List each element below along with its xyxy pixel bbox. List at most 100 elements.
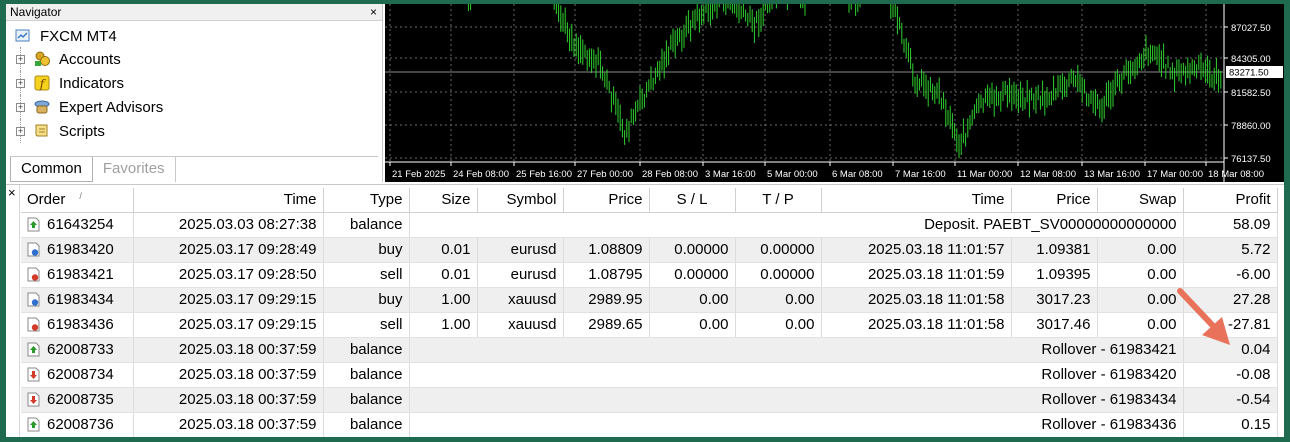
open-time-cell: 2025.03.18 00:37:59 bbox=[133, 362, 324, 388]
table-row[interactable]: 61643254 2025.03.03 08:27:38 balance Deposi… bbox=[21, 212, 1278, 238]
tree-item-accounts[interactable]: + Accounts bbox=[6, 47, 382, 71]
tree-item-scripts[interactable]: + Scripts bbox=[6, 119, 382, 143]
close-time-cell: 2025.03.18 11:01:59 bbox=[821, 262, 1012, 288]
terminal-panel: × Order / Time Type Size Symbol Price S /… bbox=[6, 184, 1284, 437]
column-header-profit[interactable]: Profit bbox=[1183, 188, 1278, 213]
stop-loss-cell: 0.00 bbox=[649, 287, 736, 313]
sell-icon bbox=[27, 317, 47, 332]
table-row[interactable]: 61983420 2025.03.17 09:28:49 buy 0.01 eurusd… bbox=[21, 237, 1278, 263]
type-cell: balance bbox=[323, 387, 410, 413]
tree-item-indicators[interactable]: + f Indicators bbox=[6, 71, 382, 95]
order-cell: 62008736 bbox=[21, 412, 134, 437]
order-number: 61643254 bbox=[47, 216, 114, 233]
expand-icon[interactable]: + bbox=[16, 126, 25, 136]
order-cell: 62008734 bbox=[21, 362, 134, 388]
time-axis-label: 11 Mar 00:00 bbox=[957, 169, 1012, 180]
tree-item-label: Expert Advisors bbox=[59, 98, 164, 116]
column-header-order[interactable]: Order / bbox=[21, 188, 134, 213]
terminal-close-icon[interactable]: × bbox=[8, 186, 16, 199]
column-header-close-time[interactable]: Time bbox=[821, 188, 1012, 213]
open-time-cell: 2025.03.17 09:28:50 bbox=[133, 262, 324, 288]
column-header-type[interactable]: Type bbox=[323, 188, 410, 213]
balance-down-icon bbox=[27, 392, 47, 407]
table-row[interactable]: 62008734 2025.03.18 00:37:59 balance Rollov… bbox=[21, 362, 1278, 388]
swap-cell: 0.00 bbox=[1097, 312, 1184, 338]
table-row[interactable]: 61983436 2025.03.17 09:29:15 sell 1.00 xauus… bbox=[21, 312, 1278, 338]
table-row[interactable]: 62008736 2025.03.18 00:37:59 balance Rollov… bbox=[21, 412, 1278, 437]
price-chart[interactable]: 87027.50 84305.00 81582.50 78860.00 76137.50… bbox=[385, 4, 1284, 182]
column-header-price[interactable]: Price bbox=[563, 188, 650, 213]
price-axis-label: 81582.50 bbox=[1231, 88, 1271, 99]
tree-item-label: Scripts bbox=[59, 122, 105, 140]
order-number: 62008736 bbox=[47, 416, 114, 433]
stop-loss-cell: 0.00000 bbox=[649, 262, 736, 288]
open-time-cell: 2025.03.18 00:37:59 bbox=[133, 412, 324, 437]
account-history-table: Order / Time Type Size Symbol Price S / L… bbox=[21, 188, 1278, 437]
mt4-window: Navigator × FXCM MT4 + Accounts + f Indi… bbox=[6, 4, 1284, 437]
close-price-cell: 3017.46 bbox=[1011, 312, 1098, 338]
buy-icon bbox=[27, 242, 47, 257]
take-profit-cell: 0.00000 bbox=[735, 262, 822, 288]
table-row[interactable]: 61983421 2025.03.17 09:28:50 sell 0.01 eurus… bbox=[21, 262, 1278, 288]
column-header-sl[interactable]: S / L bbox=[649, 188, 736, 213]
symbol-cell: eurusd bbox=[477, 262, 564, 288]
price-axis-label: 76137.50 bbox=[1231, 154, 1271, 165]
table-row[interactable]: 61983434 2025.03.17 09:29:15 buy 1.00 xauusd… bbox=[21, 287, 1278, 313]
open-time-cell: 2025.03.17 09:29:15 bbox=[133, 287, 324, 313]
order-cell: 61643254 bbox=[21, 212, 134, 238]
order-cell: 62008733 bbox=[21, 337, 134, 363]
profit-cell: -0.08 bbox=[1183, 362, 1278, 388]
comment-cell: Deposit. PAEBT_SV00000000000000 bbox=[409, 212, 1184, 238]
expand-icon[interactable]: + bbox=[16, 102, 25, 112]
navigator-panel: Navigator × FXCM MT4 + Accounts + f Indi… bbox=[6, 4, 383, 182]
comment-cell: Rollover - 61983421 bbox=[409, 337, 1184, 363]
expand-icon[interactable]: + bbox=[16, 54, 25, 64]
swap-cell: 0.00 bbox=[1097, 262, 1184, 288]
terminal-side-bar: × bbox=[6, 185, 20, 437]
order-cell: 61983436 bbox=[21, 312, 134, 338]
comment-cell: Rollover - 61983434 bbox=[409, 387, 1184, 413]
size-cell: 0.01 bbox=[409, 237, 478, 263]
order-number: 61983421 bbox=[47, 266, 114, 283]
symbol-cell: xauusd bbox=[477, 287, 564, 313]
tree-root-label: FXCM MT4 bbox=[40, 27, 117, 45]
column-header-size[interactable]: Size bbox=[409, 188, 478, 213]
take-profit-cell: 0.00 bbox=[735, 312, 822, 338]
accounts-icon bbox=[33, 50, 51, 68]
table-row[interactable]: 62008735 2025.03.18 00:37:59 balance Rollov… bbox=[21, 387, 1278, 413]
time-axis-label: 6 Mar 08:00 bbox=[832, 169, 883, 180]
tree-item-expert-advisors[interactable]: + Expert Advisors bbox=[6, 95, 382, 119]
order-cell: 62008735 bbox=[21, 387, 134, 413]
column-header-swap[interactable]: Swap bbox=[1097, 188, 1184, 213]
order-cell: 61983420 bbox=[21, 237, 134, 263]
order-number: 62008733 bbox=[47, 341, 114, 358]
tree-item-label: Indicators bbox=[59, 74, 125, 92]
tab-common[interactable]: Common bbox=[10, 157, 93, 182]
expand-icon[interactable]: + bbox=[16, 78, 25, 88]
column-header-time[interactable]: Time bbox=[133, 188, 324, 213]
size-cell: 1.00 bbox=[409, 312, 478, 338]
price-axis-label: 87027.50 bbox=[1231, 23, 1271, 34]
balance-down-icon bbox=[27, 367, 47, 382]
order-cell: 61983434 bbox=[21, 287, 134, 313]
column-header-symbol[interactable]: Symbol bbox=[477, 188, 564, 213]
open-time-cell: 2025.03.17 09:29:15 bbox=[133, 312, 324, 338]
tree-root-account[interactable]: FXCM MT4 bbox=[6, 25, 382, 47]
take-profit-cell: 0.00 bbox=[735, 287, 822, 313]
table-row[interactable]: 62008733 2025.03.18 00:37:59 balance Rollov… bbox=[21, 337, 1278, 363]
order-number: 61983420 bbox=[47, 241, 114, 258]
open-price-cell: 2989.65 bbox=[563, 312, 650, 338]
chart-canvas: 87027.50 84305.00 81582.50 78860.00 76137.50… bbox=[385, 4, 1283, 182]
comment-cell: Rollover - 61983420 bbox=[409, 362, 1184, 388]
tree-item-label: Accounts bbox=[59, 50, 121, 68]
type-cell: balance bbox=[323, 212, 410, 238]
type-cell: sell bbox=[323, 312, 410, 338]
tab-favorites[interactable]: Favorites bbox=[93, 157, 176, 182]
take-profit-cell: 0.00000 bbox=[735, 237, 822, 263]
column-header-close-price[interactable]: Price bbox=[1011, 188, 1098, 213]
size-cell: 1.00 bbox=[409, 287, 478, 313]
navigator-close-icon[interactable]: × bbox=[370, 4, 377, 21]
column-header-tp[interactable]: T / P bbox=[735, 188, 822, 213]
size-cell: 0.01 bbox=[409, 262, 478, 288]
order-number: 62008734 bbox=[47, 366, 114, 383]
